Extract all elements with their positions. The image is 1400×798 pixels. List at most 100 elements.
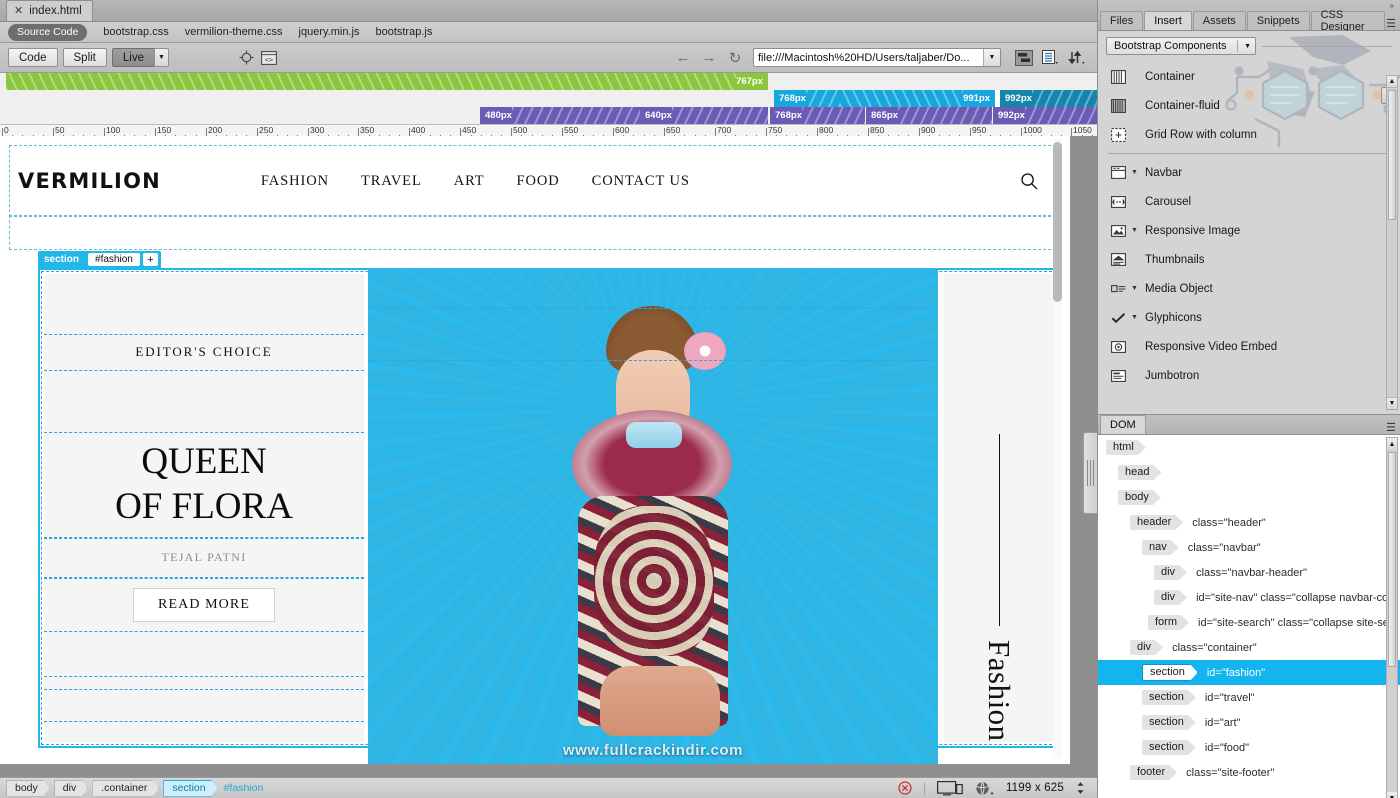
dom-row-head[interactable]: head <box>1098 460 1400 485</box>
close-icon[interactable]: ✕ <box>14 5 23 17</box>
insert-panel-scrollbar[interactable]: ▲ ▼ <box>1386 75 1398 410</box>
live-view-canvas[interactable]: VERMILION FASHION TRAVEL ART FOOD CONTAC… <box>0 136 1097 777</box>
dom-tag-pill[interactable]: section <box>1142 664 1198 681</box>
dom-row-section[interactable]: section id="fashion" <box>1098 660 1400 685</box>
dom-row-section[interactable]: section id="art" <box>1098 710 1400 735</box>
dom-scrollbar[interactable]: ▲ ▼ <box>1386 437 1398 798</box>
breadcrumb-container[interactable]: .container <box>92 780 159 797</box>
inspect-target-icon[interactable] <box>236 47 258 69</box>
panel-layout-icon[interactable] <box>1015 49 1033 66</box>
rendered-page[interactable]: VERMILION FASHION TRAVEL ART FOOD CONTAC… <box>0 136 1070 764</box>
file-management-icon[interactable] <box>1042 49 1059 66</box>
dom-row-body[interactable]: body <box>1098 485 1400 510</box>
chevron-down-icon[interactable]: ▼ <box>1128 285 1141 292</box>
tab-insert[interactable]: Insert <box>1144 11 1192 30</box>
related-file-vermilion-theme-css[interactable]: vermilion-theme.css <box>185 26 283 38</box>
stepper-icon[interactable] <box>1076 781 1085 795</box>
dom-row-nav[interactable]: nav class="navbar" <box>1098 535 1400 560</box>
media-query-bar-992b[interactable]: 992px <box>993 107 1097 124</box>
scroll-up-icon[interactable]: ▲ <box>1387 438 1397 450</box>
hero-image-queen-of-flora[interactable]: www.fullcrackindir.com <box>368 268 938 764</box>
chevron-down-icon[interactable]: ▼ <box>1244 43 1251 50</box>
tab-assets[interactable]: Assets <box>1192 11 1246 30</box>
dom-row-div[interactable]: div id="site-nav" class="collapse navbar-… <box>1098 585 1400 610</box>
insert-item-jumbotron[interactable]: Jumbotron <box>1098 361 1400 390</box>
live-view-button-group[interactable]: Live ▼ <box>111 48 169 67</box>
dom-row-div[interactable]: div class="navbar-header" <box>1098 560 1400 585</box>
dom-tag-pill[interactable]: section <box>1142 690 1196 705</box>
dom-tag-pill[interactable]: section <box>1142 740 1196 755</box>
media-query-bar-640[interactable]: 640px <box>640 107 768 124</box>
dom-tag-pill[interactable]: div <box>1130 640 1163 655</box>
address-bar[interactable]: ▼ <box>753 48 1001 67</box>
related-file-bootstrap-css[interactable]: bootstrap.css <box>103 26 168 38</box>
insert-item-container[interactable]: Container <box>1098 62 1400 91</box>
dom-tag-pill[interactable]: header <box>1130 515 1183 530</box>
nav-item-art[interactable]: ART <box>454 173 485 190</box>
window-size-value[interactable]: 1199 x 625 <box>1006 782 1064 794</box>
split-view-button[interactable]: Split <box>62 48 107 67</box>
panel-menu-icon[interactable]: ☰ <box>1386 421 1396 434</box>
site-brand[interactable]: VERMILION <box>18 169 161 193</box>
document-tab-index-html[interactable]: ✕ index.html <box>6 0 93 21</box>
dom-row-div[interactable]: div class="container" <box>1098 635 1400 660</box>
chevron-down-icon[interactable]: ▼ <box>1128 314 1141 321</box>
insert-item-media-object[interactable]: ▼ Media Object <box>1098 274 1400 303</box>
dom-tree[interactable]: html head body header class="header" nav class… <box>1098 435 1400 798</box>
insert-item-thumbnails[interactable]: Thumbnails <box>1098 245 1400 274</box>
breadcrumb-div[interactable]: div <box>54 780 88 797</box>
media-query-bar-480[interactable]: 480px <box>480 107 640 124</box>
error-icon[interactable] <box>898 781 912 795</box>
dom-tag-pill[interactable]: div <box>1154 565 1187 580</box>
media-query-bar-865[interactable]: 865px <box>866 107 992 124</box>
dom-row-section[interactable]: section id="travel" <box>1098 685 1400 710</box>
dom-tag-pill[interactable]: section <box>1142 715 1196 730</box>
double-chevron-right-icon[interactable]: » <box>1390 1 1394 10</box>
chevron-down-icon[interactable]: ▼ <box>1128 227 1141 234</box>
reload-icon[interactable]: ↻ <box>727 50 743 67</box>
scroll-up-icon[interactable]: ▲ <box>1387 76 1397 88</box>
dom-row-html[interactable]: html <box>1098 435 1400 460</box>
address-input[interactable] <box>754 49 983 66</box>
live-code-icon[interactable]: <> <box>258 47 280 69</box>
scroll-down-icon[interactable]: ▼ <box>1387 397 1397 409</box>
arrow-left-icon[interactable]: ← <box>675 49 691 66</box>
insert-item-responsive-image[interactable]: ▼ Responsive Image <box>1098 216 1400 245</box>
secondary-article-image[interactable] <box>44 676 364 742</box>
dom-row-footer[interactable]: footer class="site-footer" <box>1098 760 1400 785</box>
related-file-jquery-min-js[interactable]: jquery.min.js <box>299 26 360 38</box>
dom-row-section[interactable]: section id="food" <box>1098 735 1400 760</box>
nav-item-contact-us[interactable]: CONTACT US <box>592 173 690 190</box>
dom-tag-pill[interactable]: nav <box>1142 540 1179 555</box>
chevron-down-icon[interactable]: ▼ <box>153 48 169 67</box>
media-query-bar-992[interactable]: 992px <box>1000 90 1097 107</box>
chevron-down-icon[interactable]: ▼ <box>1128 169 1141 176</box>
dom-tag-pill[interactable]: footer <box>1130 765 1177 780</box>
insert-item-glyphicons[interactable]: ▼ Glyphicons <box>1098 303 1400 332</box>
section-fashion[interactable]: section #fashion + EDITOR'S CHOICE QUEEN <box>38 251 1060 764</box>
dom-scrollbar-thumb[interactable] <box>1388 452 1396 667</box>
tab-dom[interactable]: DOM <box>1100 415 1146 434</box>
arrow-right-icon[interactable]: → <box>701 49 717 66</box>
page-scrollbar[interactable] <box>1053 138 1062 758</box>
device-preview-icon[interactable] <box>936 780 963 796</box>
read-more-button[interactable]: READ MORE <box>133 588 275 623</box>
breadcrumb-section[interactable]: section <box>163 780 217 797</box>
nav-item-food[interactable]: FOOD <box>517 173 560 190</box>
canvas-splitter-handle[interactable] <box>1083 432 1097 514</box>
page-scrollbar-thumb[interactable] <box>1053 142 1062 302</box>
breadcrumb-body[interactable]: body <box>6 780 50 797</box>
nav-item-travel[interactable]: TRAVEL <box>361 173 422 190</box>
nav-item-fashion[interactable]: FASHION <box>261 173 329 190</box>
insert-item-responsive-video-embed[interactable]: Responsive Video Embed <box>1098 332 1400 361</box>
insert-item-container-fluid[interactable]: Container-fluid <box>1098 91 1400 120</box>
panel-menu-icon[interactable]: ☰ <box>1386 17 1396 30</box>
section-badge-id[interactable]: #fashion <box>88 253 140 266</box>
dom-row-form[interactable]: form id="site-search" class="collapse sit… <box>1098 610 1400 635</box>
media-query-bar-768b[interactable]: 768px <box>770 107 865 124</box>
media-query-bar-768-991[interactable]: 768px 991px <box>774 90 995 107</box>
insert-item-navbar[interactable]: ▼ Navbar <box>1098 158 1400 187</box>
media-query-bar-767[interactable]: 767px <box>6 73 768 90</box>
code-view-button[interactable]: Code <box>8 48 58 67</box>
scroll-down-icon[interactable]: ▼ <box>1387 792 1397 798</box>
